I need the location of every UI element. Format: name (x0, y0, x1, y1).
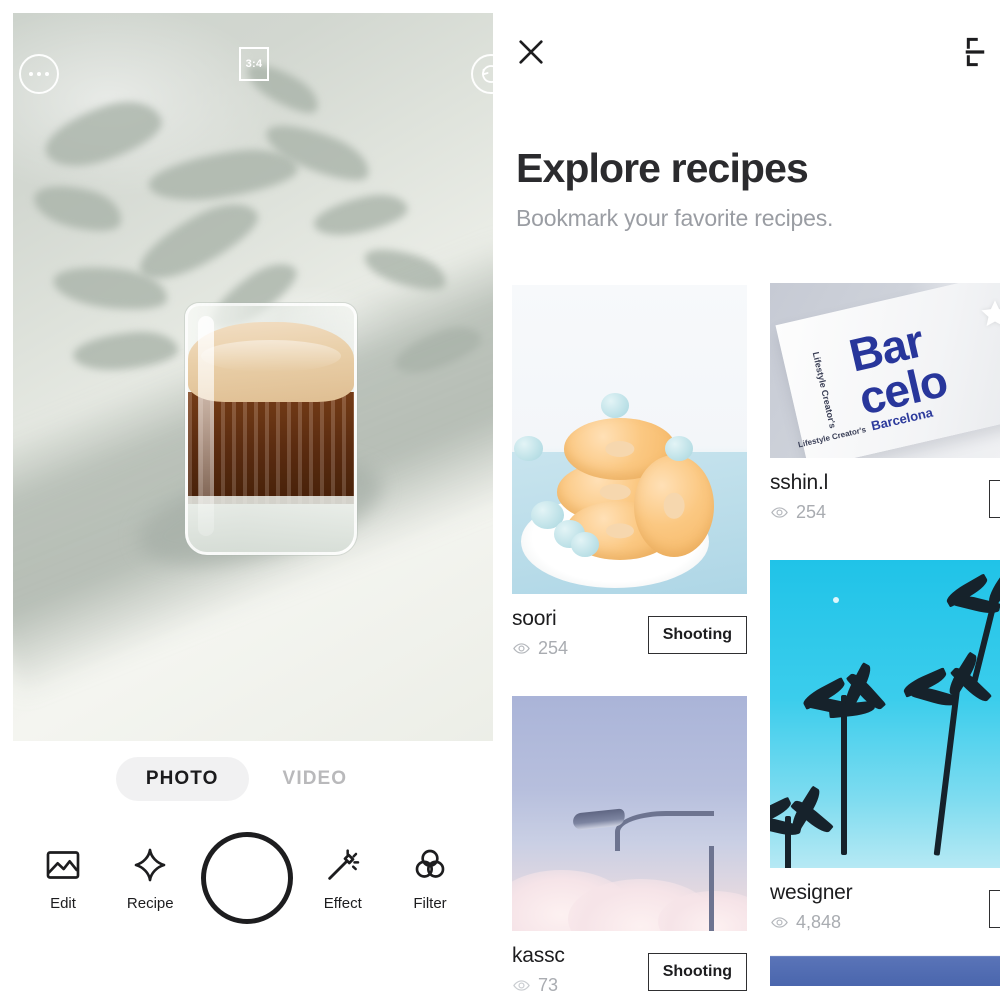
scan-button[interactable] (962, 33, 1000, 71)
streetlamp-sky-photo (512, 696, 747, 931)
recipe-card[interactable]: Lifestyle Creator's Bar celo Lifestyle C… (770, 283, 1000, 536)
card-meta: wesigner 4,848 Shooting (770, 868, 1000, 946)
effect-label: Effect (323, 894, 362, 912)
eye-icon (513, 643, 530, 654)
shooting-button[interactable]: Shooting (647, 953, 747, 991)
card-meta: soori 254 Shooting (512, 594, 747, 672)
coffee-glass (128, 295, 392, 585)
eye-icon (771, 507, 788, 518)
filter-button[interactable]: Filter (393, 845, 467, 912)
ellipsis-icon (29, 72, 49, 76)
card-thumbnail[interactable] (770, 560, 1000, 868)
lamp-arm (615, 811, 715, 852)
shooting-button[interactable]: Shooting (647, 616, 747, 654)
glass-body (185, 303, 357, 555)
edit-button[interactable]: Edit (26, 845, 100, 912)
edit-label: Edit (50, 894, 76, 912)
leaf-shadow (71, 328, 180, 374)
mode-video-label: VIDEO (282, 768, 348, 789)
donut (634, 454, 715, 557)
camera-viewfinder[interactable]: 3:4 (13, 13, 493, 741)
donuts-photo (512, 285, 747, 594)
leaf-shadow (310, 188, 411, 242)
camera-controls: Edit Recipe Effect Filter (0, 832, 493, 924)
recipe-button[interactable]: Recipe (113, 845, 187, 912)
eye-icon (513, 980, 530, 991)
view-count: 4,848 (770, 912, 1000, 933)
leaf-shadow (129, 190, 267, 292)
aspect-ratio-button[interactable]: 3:4 (239, 47, 269, 81)
explore-topbar (493, 0, 1000, 104)
star-icon[interactable] (978, 297, 1000, 331)
shooting-button[interactable]: Shooting (988, 890, 1000, 928)
palm-trees-photo (770, 560, 1000, 868)
book-kicker: Lifestyle Creator's (810, 351, 838, 430)
card-meta: sshin.l 254 Shooting (770, 458, 1000, 536)
viewfinder-preview-image (13, 13, 493, 741)
shooting-button[interactable]: Shooting (988, 480, 1000, 518)
candy-egg (570, 532, 599, 557)
views-value: 254 (796, 502, 827, 522)
candy-egg (601, 393, 630, 418)
scan-frame-icon (965, 37, 985, 67)
mode-photo-tab[interactable]: PHOTO (115, 757, 249, 801)
creator-name: wesigner (770, 881, 853, 904)
mode-photo-label: PHOTO (145, 768, 219, 789)
leaf-shadow (145, 142, 301, 208)
grid-column-right: Lifestyle Creator's Bar celo Lifestyle C… (770, 283, 1000, 1000)
leaf-shadow (37, 90, 169, 178)
app-root: 3:4 PHOTO VIDEO Edit Recipe Effect Filte… (0, 0, 1000, 1000)
card-meta: kassc 73 Shooting (512, 931, 747, 1000)
recipe-card[interactable]: soori 254 Shooting (512, 285, 747, 672)
card-thumbnail[interactable] (512, 285, 747, 594)
recipe-card-grid: soori 254 Shooting kassc 73 Shooting Lif… (493, 283, 1000, 1000)
color-filter-icon (415, 849, 445, 878)
camera-flip-icon (482, 65, 493, 83)
next-card-photo (770, 946, 1000, 986)
card-thumbnail[interactable]: Lifestyle Creator's Bar celo Lifestyle C… (770, 283, 1000, 458)
card-thumbnail-partial[interactable] (770, 946, 1000, 986)
capture-mode-toggle[interactable]: PHOTO VIDEO (0, 757, 493, 801)
views-value: 254 (538, 638, 569, 658)
candy-egg (514, 436, 543, 462)
recipe-card[interactable]: kassc 73 Shooting (512, 696, 747, 1000)
recipe-label: Recipe (126, 894, 174, 912)
leaf-shadow (29, 177, 127, 239)
moon (833, 596, 840, 603)
mode-video-tab[interactable]: VIDEO (253, 757, 378, 801)
lamp-pole (709, 846, 715, 931)
glass-highlight (198, 316, 214, 536)
close-icon (519, 40, 543, 64)
page-title: Explore recipes (516, 145, 809, 191)
camera-panel: 3:4 PHOTO VIDEO Edit Recipe Effect Filte… (0, 0, 493, 1000)
sparkle-icon (134, 848, 166, 881)
candy-egg (664, 436, 693, 462)
shutter-button[interactable] (200, 832, 293, 924)
aspect-ratio-label: 3:4 (245, 58, 263, 70)
effect-button[interactable]: Effect (306, 845, 380, 912)
views-value: 73 (538, 975, 559, 995)
card-thumbnail[interactable] (512, 696, 747, 931)
barcelona-book-photo: Lifestyle Creator's Bar celo Lifestyle C… (770, 283, 1000, 458)
filter-label: Filter (413, 894, 447, 912)
close-button[interactable] (512, 33, 550, 71)
image-icon (46, 850, 80, 879)
explore-recipes-panel: Explore recipes Bookmark your favorite r… (493, 0, 1000, 1000)
magic-wand-icon (328, 848, 359, 880)
grid-column-left: soori 254 Shooting kassc 73 Shooting (512, 285, 747, 1000)
views-value: 4,848 (796, 912, 842, 932)
creator-name: sshin.l (770, 471, 829, 494)
book-title: Bar celo (844, 315, 951, 425)
more-options-button[interactable] (19, 54, 59, 94)
eye-icon (771, 917, 788, 928)
view-count: 254 (770, 502, 1000, 523)
recipe-card[interactable]: wesigner 4,848 Shooting (770, 560, 1000, 986)
page-subtitle: Bookmark your favorite recipes. (516, 205, 834, 231)
